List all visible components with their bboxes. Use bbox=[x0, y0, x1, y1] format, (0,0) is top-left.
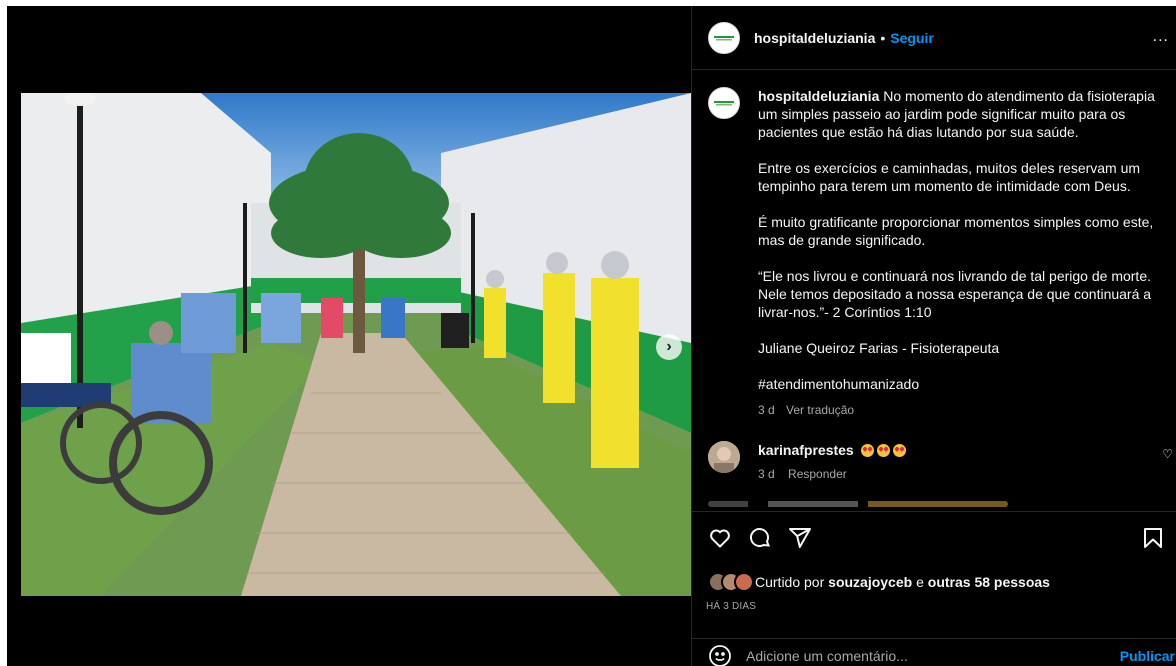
caption-time: 3 d bbox=[758, 403, 775, 417]
heart-eyes-emoji-icon bbox=[876, 444, 890, 457]
add-comment-row: Publicar bbox=[692, 638, 1176, 666]
liker-avatars bbox=[708, 572, 754, 592]
heart-eyes-emoji-icon bbox=[860, 444, 874, 457]
header-separator: • bbox=[880, 29, 886, 46]
likes-prefix: Curtido por bbox=[755, 574, 825, 590]
likes-summary: Curtido por souzajoyceb e outras 58 pess… bbox=[708, 572, 1050, 592]
caption-text: hospitaldeluziania No momento do atendim… bbox=[758, 87, 1168, 419]
garden-photo-illustration bbox=[21, 93, 691, 596]
comment-icon[interactable] bbox=[748, 526, 772, 550]
heart-icon[interactable] bbox=[708, 526, 732, 550]
caption-paragraph-2: Entre os exercícios e caminhadas, muitos… bbox=[758, 160, 1141, 194]
header-username[interactable]: hospitaldeluziania bbox=[754, 30, 875, 46]
smiley-icon[interactable] bbox=[708, 644, 732, 666]
post-actions: Curtido por souzajoyceb e outras 58 pess… bbox=[692, 511, 1176, 666]
comment-time: 3 d bbox=[758, 467, 775, 481]
share-icon[interactable] bbox=[788, 526, 812, 550]
liker-username[interactable]: souzajoyceb bbox=[828, 574, 912, 590]
post-header: hospitaldeluziania • Seguir ... bbox=[692, 6, 1176, 70]
bookmark-icon[interactable] bbox=[1141, 526, 1165, 550]
next-slide-button[interactable]: › bbox=[656, 334, 682, 360]
more-options-icon[interactable]: ... bbox=[1153, 28, 1169, 46]
follow-button[interactable]: Seguir bbox=[890, 30, 934, 46]
commenter-username[interactable]: karinafprestes bbox=[758, 442, 854, 458]
instagram-post-modal: › hospitaldeluziania • Seguir ... hospit… bbox=[7, 6, 1176, 666]
profile-avatar[interactable] bbox=[708, 21, 740, 54]
caption-avatar[interactable] bbox=[708, 87, 740, 119]
post-photo[interactable] bbox=[21, 93, 691, 596]
translate-button[interactable]: Ver tradução bbox=[786, 403, 854, 417]
likes-others-link[interactable]: outras 58 pessoas bbox=[928, 574, 1050, 590]
media-area: › bbox=[7, 6, 691, 666]
caption-paragraph-5: Juliane Queiroz Farias - Fisioterapeuta bbox=[758, 340, 1000, 356]
comments-section: hospitaldeluziania No momento do atendim… bbox=[692, 71, 1176, 511]
caption-hashtag[interactable]: #atendimentohumanizado bbox=[758, 375, 1168, 393]
hospital-logo-icon bbox=[710, 89, 738, 117]
comment-meta: 3 d Responder bbox=[758, 465, 906, 483]
heart-eyes-emoji-icon bbox=[892, 444, 906, 457]
user-photo-icon bbox=[708, 441, 740, 473]
likes-joiner: e bbox=[916, 574, 924, 590]
caption-meta: 3 d Ver tradução bbox=[758, 401, 1168, 419]
action-icons bbox=[708, 526, 812, 550]
reply-button[interactable]: Responder bbox=[788, 467, 847, 481]
commenter-avatar[interactable] bbox=[708, 441, 740, 473]
caption-username[interactable]: hospitaldeluziania bbox=[758, 88, 879, 104]
comment-body: karinafprestes 3 d Responder bbox=[758, 441, 906, 483]
publish-button[interactable]: Publicar bbox=[1120, 648, 1175, 664]
next-comment-partial bbox=[708, 498, 1008, 508]
comment-item: karinafprestes 3 d Responder bbox=[708, 441, 1168, 483]
add-comment-input[interactable] bbox=[746, 647, 1086, 664]
post-date: HÁ 3 DIAS bbox=[706, 601, 757, 612]
post-side-panel: hospitaldeluziania • Seguir ... hospital… bbox=[691, 6, 1176, 666]
caption-paragraph-4: “Ele nos livrou e continuará nos livrand… bbox=[758, 268, 1152, 320]
caption-paragraph-3: É muito gratificante proporcionar moment… bbox=[758, 214, 1154, 248]
caption: hospitaldeluziania No momento do atendim… bbox=[708, 87, 1168, 419]
chevron-right-icon: › bbox=[666, 338, 672, 355]
liker-avatar[interactable] bbox=[734, 572, 754, 592]
hospital-logo-icon bbox=[710, 23, 738, 52]
comment-like-heart-icon[interactable]: ♡ bbox=[1162, 447, 1173, 461]
